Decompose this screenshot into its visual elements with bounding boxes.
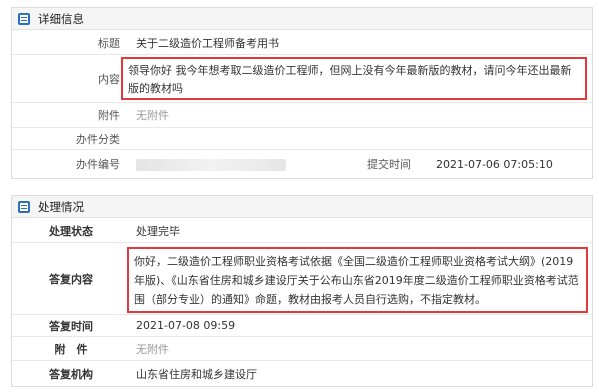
number-row: 办件编号 提交时间 2021-07-06 07:05:10 <box>12 150 592 178</box>
title-row: 标题 关于二级造价工程师备考用书 <box>12 31 592 55</box>
status-label: 处理状态 <box>49 224 93 238</box>
reply-time-value: 2021-07-08 09:59 <box>136 319 236 332</box>
reply-time-row: 答复时间 2021-07-08 09:59 <box>12 315 592 337</box>
reply-org-value: 山东省住房和城乡建设厅 <box>136 367 257 381</box>
attachment-row: 附件 无附件 <box>12 103 592 128</box>
content-value: 领导你好 我今年想考取二级造价工程师，但网上没有今年最新版的教材，请问今年还出最… <box>128 64 572 95</box>
status-value: 处理完毕 <box>136 224 180 238</box>
reply-value: 你好，二级造价工程师职业资格考试依据《全国二级造价工程师职业资格考试大纲》(20… <box>134 255 579 306</box>
reply-time-label: 答复时间 <box>49 319 93 333</box>
detail-panel-header: 详细信息 <box>12 8 592 30</box>
handle-panel-header: 处理情况 <box>12 196 592 218</box>
submit-time-label: 提交时间 <box>367 158 411 171</box>
reply-attachment-value: 无附件 <box>136 342 169 356</box>
status-row: 处理状态 处理完毕 <box>12 219 592 243</box>
reply-org-row: 答复机构 山东省住房和城乡建设厅 <box>12 361 592 386</box>
category-row: 办件分类 <box>12 128 592 150</box>
detail-panel-title: 详细信息 <box>38 11 84 26</box>
list-icon <box>18 200 30 213</box>
list-icon <box>18 12 30 25</box>
reply-org-label: 答复机构 <box>49 367 93 381</box>
reply-attachment-label: 附 件 <box>54 342 88 356</box>
reply-attachment-row: 附 件 无附件 <box>12 337 592 361</box>
title-value: 关于二级造价工程师备考用书 <box>136 36 279 50</box>
reply-label: 答复内容 <box>49 272 93 286</box>
handle-panel-title: 处理情况 <box>38 199 84 214</box>
number-label: 办件编号 <box>76 158 120 171</box>
category-label: 办件分类 <box>76 132 120 146</box>
submit-time-value: 2021-07-06 07:05:10 <box>436 157 553 171</box>
attachment-label: 附件 <box>98 109 120 122</box>
title-label: 标题 <box>98 36 120 50</box>
content-label: 内容 <box>98 72 120 86</box>
attachment-value: 无附件 <box>136 109 169 122</box>
content-value-highlight: 领导你好 我今年想考取二级造价工程师，但网上没有今年最新版的教材，请问今年还出最… <box>121 57 587 100</box>
reply-value-highlight: 你好，二级造价工程师职业资格考试依据《全国二级造价工程师职业资格考试大纲》(20… <box>127 247 588 313</box>
redacted-number <box>136 158 286 171</box>
